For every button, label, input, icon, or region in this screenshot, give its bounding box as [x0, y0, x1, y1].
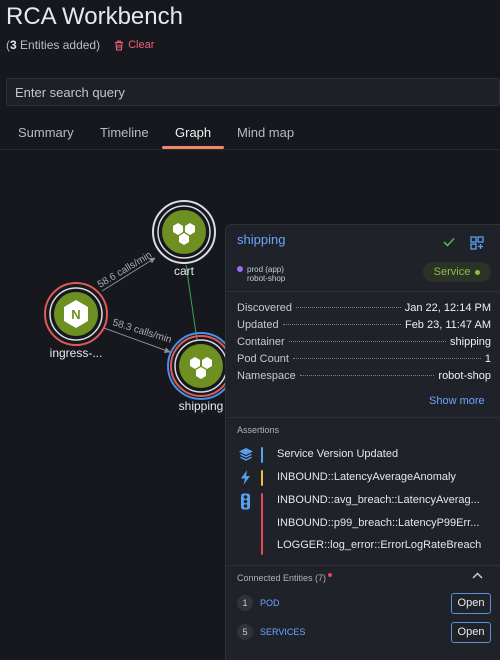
- property-key: Discovered: [237, 302, 293, 314]
- tag-namespace: robot-shop: [247, 274, 286, 283]
- tag-app: prod (app): [247, 265, 284, 274]
- entities-count: 3: [10, 38, 17, 52]
- property-pod-count: Pod Count 1: [237, 353, 491, 369]
- show-more-link[interactable]: Show more: [429, 395, 485, 407]
- node-cart[interactable]: cart: [152, 200, 216, 278]
- clear-label: Clear: [128, 39, 155, 51]
- property-value: Jan 22, 12:14 PM: [404, 302, 491, 314]
- tab-graph[interactable]: Graph: [175, 125, 211, 140]
- alert-dot: [328, 573, 333, 577]
- check-icon[interactable]: [443, 237, 455, 247]
- entity-type-label: Service: [433, 266, 471, 278]
- grid-view-icon[interactable]: [470, 236, 484, 250]
- property-key: Container: [237, 336, 285, 348]
- divider: [226, 417, 500, 418]
- divider: [226, 291, 500, 292]
- assertion-item[interactable]: INBOUND::LatencyAverageAnomaly: [277, 471, 492, 483]
- connected-entity-name[interactable]: SERVICES: [260, 627, 451, 637]
- page-title: RCA Workbench: [6, 3, 183, 30]
- assertion-item[interactable]: INBOUND::avg_breach::LatencyAverag...: [277, 494, 492, 506]
- node-label-shipping: shipping: [179, 399, 224, 413]
- entity-count-badge: 5: [237, 624, 253, 640]
- lightning-icon: [241, 470, 250, 485]
- property-value: shipping: [450, 336, 491, 348]
- entities-label: Entities added): [20, 38, 101, 52]
- tab-mind-map[interactable]: Mind map: [237, 125, 294, 140]
- connected-entities-heading: Connected Entities (7): [237, 573, 333, 583]
- property-value: 1: [484, 353, 491, 365]
- divider: [226, 565, 500, 566]
- assertion-item[interactable]: LOGGER::log_error::ErrorLogRateBreach: [277, 539, 492, 551]
- traffic-light-icon: [241, 493, 250, 510]
- assertion-severity-bar: [261, 470, 263, 486]
- nginx-letter: N: [71, 307, 80, 322]
- property-key: Namespace: [237, 370, 296, 382]
- property-namespace: Namespace robot-shop: [237, 370, 491, 386]
- property-container: Container shipping: [237, 336, 491, 352]
- open-button[interactable]: Open: [451, 592, 491, 614]
- property-updated: Updated Feb 23, 11:47 AM: [237, 319, 491, 335]
- assertion-severity-bar: [261, 447, 263, 463]
- entity-detail-panel: shipping prod (app) robot-shop Service D…: [225, 224, 500, 660]
- connected-entities-label: Connected Entities (7): [237, 573, 327, 583]
- property-value: Feb 23, 11:47 AM: [404, 319, 491, 331]
- active-tab-indicator: [162, 146, 224, 149]
- node-label-ingress: ingress-...: [50, 346, 103, 360]
- open-button[interactable]: Open: [451, 621, 491, 643]
- search-input[interactable]: [6, 78, 500, 106]
- tab-summary[interactable]: Summary: [18, 125, 74, 140]
- entities-summary: (3 Entities added) Clear: [6, 38, 154, 52]
- entity-tags: prod (app) robot-shop: [237, 265, 285, 283]
- layers-icon: [239, 448, 253, 461]
- property-key: Updated: [237, 319, 279, 331]
- assertions-heading: Assertions: [237, 425, 280, 435]
- tab-timeline[interactable]: Timeline: [100, 125, 149, 140]
- tag-dot: [237, 266, 243, 272]
- entity-type-badge: Service: [423, 262, 491, 282]
- connected-entity-row: 5 SERVICES Open: [237, 621, 491, 643]
- connected-entity-row: 1 POD Open: [237, 592, 491, 614]
- chevron-up-icon[interactable]: [472, 572, 483, 579]
- property-value: robot-shop: [438, 370, 491, 382]
- node-label-cart: cart: [174, 264, 195, 278]
- tab-bar: Summary Timeline Graph Mind map: [0, 118, 500, 150]
- node-ingress[interactable]: N ingress-...: [44, 282, 108, 360]
- assertion-item[interactable]: Service Version Updated: [277, 448, 492, 460]
- panel-entity-title[interactable]: shipping: [237, 232, 285, 247]
- assertion-item[interactable]: INBOUND::p99_breach::LatencyP99Err...: [277, 517, 492, 529]
- trash-icon: [115, 40, 124, 51]
- assertion-severity-bar: [261, 493, 263, 555]
- property-key: Pod Count: [237, 353, 289, 365]
- edge-label-ingress-cart: 58.6 calls/min: [96, 250, 154, 291]
- status-dot: [475, 269, 481, 275]
- clear-button[interactable]: Clear: [114, 39, 154, 51]
- connected-entity-name[interactable]: POD: [260, 598, 451, 608]
- property-discovered: Discovered Jan 22, 12:14 PM: [237, 302, 491, 318]
- entity-count-badge: 1: [237, 595, 253, 611]
